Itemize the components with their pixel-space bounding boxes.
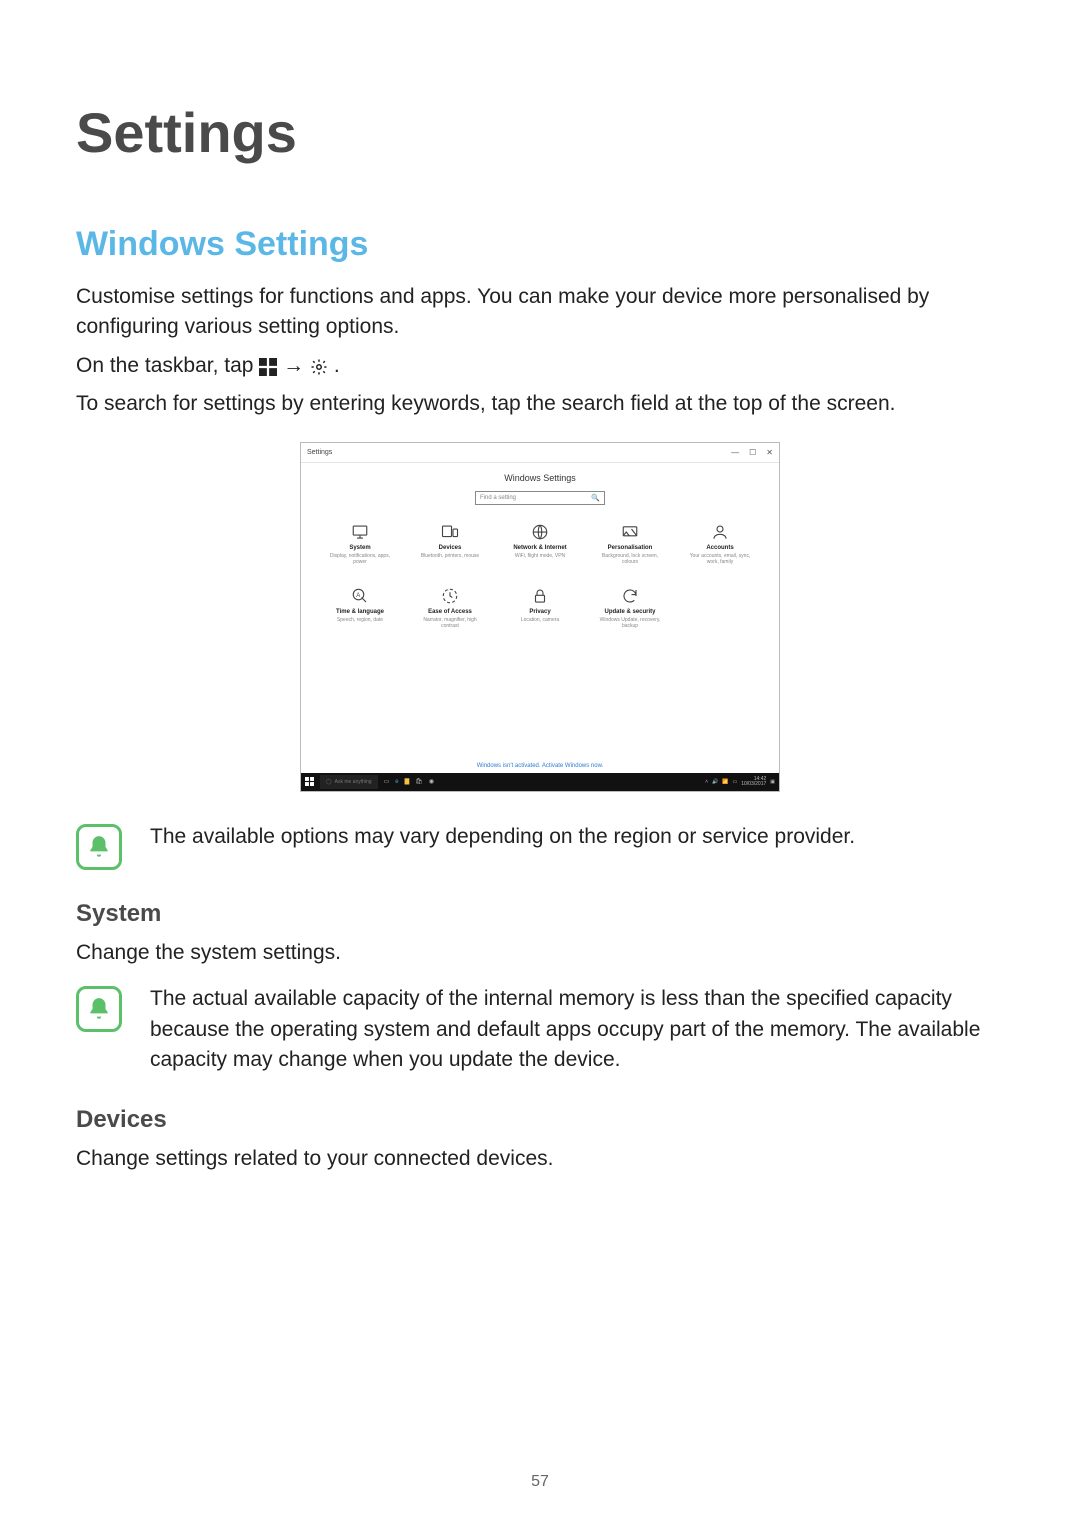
tile-sub: Bluetooth, printers, mouse: [421, 553, 479, 559]
devices-icon: [441, 523, 459, 541]
tile-label: Privacy: [529, 609, 550, 615]
settings-body-title: Windows Settings: [504, 473, 576, 483]
bell-icon: [76, 986, 122, 1032]
devices-desc: Change settings related to your connecte…: [76, 1144, 1004, 1174]
tile-label: Network & Internet: [513, 545, 566, 551]
note-text: The actual available capacity of the int…: [150, 984, 1004, 1075]
page-title: Settings: [76, 100, 1004, 165]
paint-icon: [621, 523, 639, 541]
search-icon: 🔍: [591, 494, 600, 502]
system-tray[interactable]: ˄ 🔊 📶 ▭ 14:42 10/03/2017 ▣: [705, 777, 775, 787]
task-view-icon[interactable]: ▭: [384, 778, 390, 785]
gear-icon: [310, 355, 328, 373]
ease-icon: [441, 587, 459, 605]
action-centre-icon[interactable]: ▣: [770, 779, 775, 785]
activation-link[interactable]: Windows isn't activated. Activate Window…: [477, 763, 604, 769]
p2-arrow: →: [283, 354, 310, 377]
minimize-button[interactable]: —: [731, 448, 739, 457]
globe-icon: [531, 523, 549, 541]
tile-label: Time & language: [336, 609, 384, 615]
tile-sub: Background, lock screen, colours: [594, 553, 666, 565]
bell-icon: [76, 824, 122, 870]
tile-label: System: [349, 545, 370, 551]
tile-sub: Speech, region, date: [337, 617, 383, 623]
tile-sub: Windows Update, recovery, backup: [594, 617, 666, 629]
tile-network[interactable]: Network & Internet WiFi, flight mode, VP…: [504, 523, 576, 565]
subheading-devices: Devices: [76, 1106, 1004, 1134]
chevron-up-icon[interactable]: ˄: [705, 779, 708, 785]
cortana-search[interactable]: ◯ Ask me anything: [320, 775, 378, 789]
edge-icon[interactable]: e: [395, 779, 398, 785]
system-desc: Change the system settings.: [76, 938, 1004, 968]
tile-sub: Your accounts, email, sync, work, family: [684, 553, 756, 565]
globe-letter-icon: A: [351, 587, 369, 605]
subheading-system: System: [76, 900, 1004, 928]
refresh-icon: [621, 587, 639, 605]
tile-update-security[interactable]: Update & security Windows Update, recove…: [594, 587, 666, 629]
monitor-icon: [351, 523, 369, 541]
section-heading-windows-settings: Windows Settings: [76, 225, 1004, 264]
tile-sub: Display, notifications, apps, power: [324, 553, 396, 565]
note-memory-capacity: The actual available capacity of the int…: [76, 984, 1004, 1075]
p2-pre: On the taskbar, tap: [76, 354, 259, 377]
tile-label: Personalisation: [608, 545, 653, 551]
window-title: Settings: [307, 449, 332, 456]
clock-date: 10/03/2017: [741, 782, 766, 787]
person-icon: [711, 523, 729, 541]
intro-paragraph-3: To search for settings by entering keywo…: [76, 389, 1004, 419]
intro-paragraph-1: Customise settings for functions and app…: [76, 282, 1004, 343]
taskbar: ◯ Ask me anything ▭ e ▇ 🛍 ◉ ˄ 🔊 📶 ▭ 14:4…: [301, 773, 779, 791]
tile-time-language[interactable]: A Time & language Speech, region, date: [324, 587, 396, 629]
tile-sub: Location, camera: [521, 617, 559, 623]
svg-text:A: A: [356, 593, 360, 599]
search-input[interactable]: Find a setting 🔍: [475, 491, 605, 505]
titlebar: Settings — ☐ ✕: [301, 443, 779, 463]
tile-accounts[interactable]: Accounts Your accounts, email, sync, wor…: [684, 523, 756, 565]
tile-label: Accounts: [706, 545, 733, 551]
page-number: 57: [0, 1473, 1080, 1491]
p2-post: .: [334, 354, 340, 377]
tile-ease-of-access[interactable]: Ease of Access Narrator, magnifier, high…: [414, 587, 486, 629]
settings-body: Windows Settings Find a setting 🔍 System…: [301, 463, 779, 773]
cortana-placeholder: Ask me anything: [335, 779, 372, 785]
start-icon: [259, 355, 277, 373]
tile-personalisation[interactable]: Personalisation Background, lock screen,…: [594, 523, 666, 565]
clock[interactable]: 14:42 10/03/2017: [741, 777, 766, 787]
close-button[interactable]: ✕: [766, 448, 773, 457]
start-button[interactable]: [305, 777, 314, 786]
tile-label: Devices: [439, 545, 462, 551]
explorer-icon[interactable]: ▇: [405, 778, 410, 785]
camera-icon[interactable]: ◉: [429, 778, 434, 785]
screenshot-container: Settings — ☐ ✕ Windows Settings Find a s…: [76, 442, 1004, 792]
tile-label: Ease of Access: [428, 609, 472, 615]
note-region-provider: The available options may vary depending…: [76, 822, 1004, 870]
volume-icon[interactable]: 🔊: [712, 779, 718, 785]
tile-devices[interactable]: Devices Bluetooth, printers, mouse: [414, 523, 486, 565]
tile-label: Update & security: [604, 609, 655, 615]
lock-icon: [531, 587, 549, 605]
battery-icon[interactable]: ▭: [733, 779, 738, 785]
tile-sub: Narrator, magnifier, high contrast: [414, 617, 486, 629]
store-icon[interactable]: 🛍: [415, 778, 423, 785]
intro-paragraph-2: On the taskbar, tap → .: [76, 351, 1004, 381]
settings-window: Settings — ☐ ✕ Windows Settings Find a s…: [300, 442, 780, 792]
cortana-circle-icon: ◯: [326, 779, 332, 785]
note-text: The available options may vary depending…: [150, 822, 855, 852]
tile-sub: WiFi, flight mode, VPN: [515, 553, 565, 559]
tile-privacy[interactable]: Privacy Location, camera: [504, 587, 576, 629]
settings-tile-grid: System Display, notifications, apps, pow…: [324, 523, 756, 629]
search-placeholder: Find a setting: [480, 495, 516, 501]
tile-system[interactable]: System Display, notifications, apps, pow…: [324, 523, 396, 565]
wifi-icon[interactable]: 📶: [722, 779, 728, 785]
maximize-button[interactable]: ☐: [749, 448, 756, 457]
